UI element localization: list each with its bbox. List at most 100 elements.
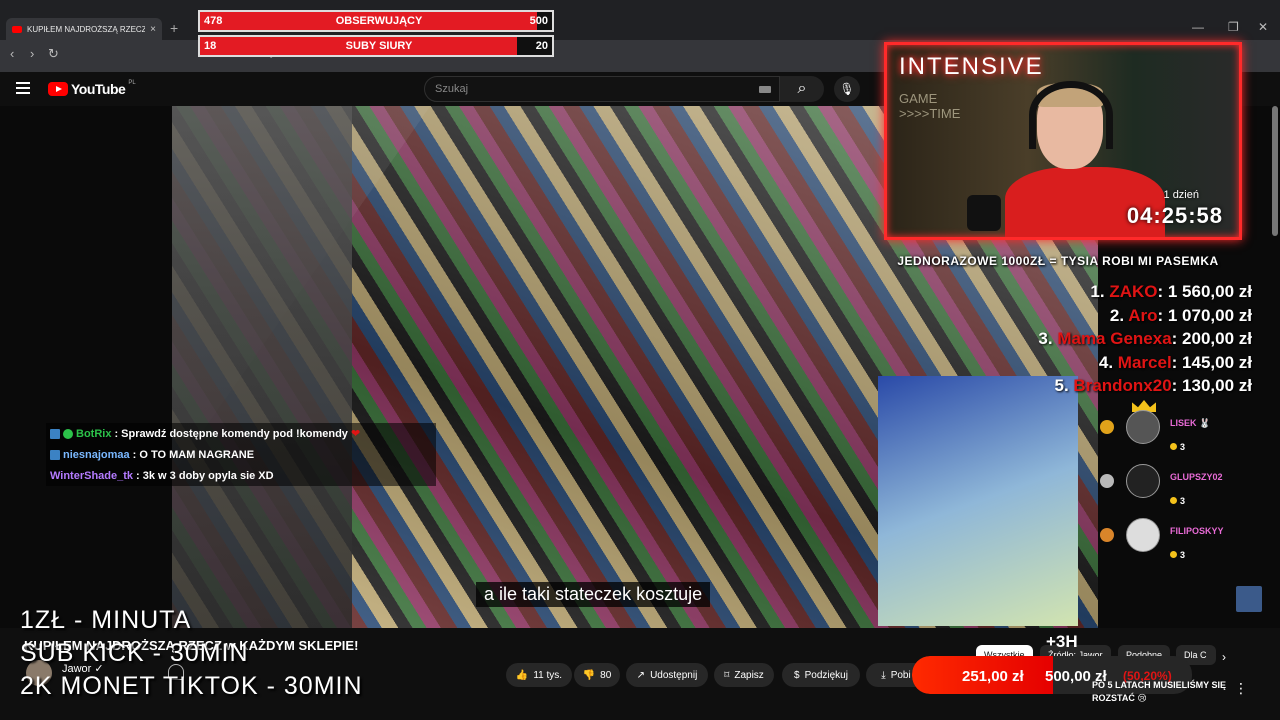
ranking-name: LISEK 🐰: [1170, 418, 1211, 428]
goal-bonus: +3H: [1046, 632, 1078, 651]
voice-search-button[interactable]: 🎙: [834, 76, 860, 102]
like-count: 11 tys.: [533, 669, 563, 681]
ranking-points: 3: [1170, 550, 1185, 560]
tab-title: KUPIŁEM NAJDROŻSZĄ RZECZ: [27, 24, 146, 34]
kick-badge-icon: [50, 449, 60, 460]
recommended-video-title[interactable]: PO 5 LATACH MUSIELIŚMY SIĘ ROZSTAĆ 😢: [1092, 679, 1232, 705]
browser-tab[interactable]: KUPIŁEM NAJDROŻSZĄ RZECZ ×: [6, 18, 162, 40]
thanks-button[interactable]: $ Podziękuj: [782, 663, 860, 687]
donor-rank: 5.: [1054, 376, 1069, 395]
download-label: Pobi: [890, 669, 911, 681]
mini-thumbnail[interactable]: [1236, 586, 1262, 612]
video-caption: a ile taki stateczek kosztuje: [476, 582, 711, 607]
followers-current: 478: [204, 15, 223, 27]
save-button[interactable]: ⌑ Zapisz: [714, 663, 774, 687]
sign-line-2: >>>>TIME: [899, 106, 961, 121]
reload-icon[interactable]: ↻: [48, 46, 59, 62]
browser-tab-strip: [0, 0, 1280, 40]
ranking-name: GLUPSZY02: [1170, 472, 1223, 482]
search-button[interactable]: ⌕: [780, 76, 824, 102]
like-icon: 👍: [515, 669, 529, 681]
subs-current: 18: [204, 40, 217, 52]
window-close-icon[interactable]: ✕: [1258, 20, 1268, 34]
new-tab-icon[interactable]: +: [170, 20, 178, 36]
chat-username: BotRix: [76, 427, 112, 440]
chat-text: : 3k w 3 doby opyla sie XD: [136, 469, 274, 482]
heart-icon: ❤: [350, 428, 361, 440]
chat-message: WinterShade_tk : 3k w 3 doby opyla sie X…: [46, 465, 436, 486]
microphone-shape: [967, 195, 1001, 231]
share-label: Udostępnij: [650, 669, 698, 681]
stream-counters: 478 OBSERWUJĄCY 500 18 SUBY SIURY 20: [198, 10, 554, 60]
verified-badge-icon: [63, 428, 73, 439]
subs-counter: 18 SUBY SIURY 20: [198, 35, 554, 57]
ranking-points: 3: [1170, 496, 1185, 506]
avatar: [1126, 410, 1160, 444]
scrollbar[interactable]: [1272, 106, 1278, 236]
tab-close-icon[interactable]: ×: [150, 24, 156, 35]
donor-name: Aro: [1128, 305, 1158, 325]
save-label: Zapisz: [734, 669, 764, 681]
donor-rank: 1.: [1090, 282, 1105, 301]
donor-amount: : 1 560,00 zł: [1157, 282, 1252, 301]
bronze-medal-icon: [1100, 528, 1114, 542]
rule-line: SUB KICK - 30MIN: [20, 639, 249, 667]
ranking-row: LISEK 🐰 3: [1096, 400, 1226, 462]
avatar: [1126, 518, 1160, 552]
coin-icon: [1170, 443, 1177, 450]
followers-title: OBSERWUJĄCY: [335, 15, 423, 27]
followers-counter: 478 OBSERWUJĄCY 500: [198, 10, 554, 32]
webcam-overlay: INTENSIVE GAME >>>>TIME 1 dzień 04:25:58: [884, 42, 1242, 240]
dislike-icon: 👎: [582, 669, 596, 681]
chat-text: : Sprawdź dostępne komendy pod !komendy: [114, 427, 348, 440]
sign-line-1: GAME: [899, 91, 938, 106]
streamer-figure: [1005, 81, 1165, 237]
donor-amount: : 145,00 zł: [1171, 352, 1252, 372]
donor-row: 3. Mama Genexa: 200,00 zł: [1038, 327, 1252, 351]
stream-rules-overlay: 1ZŁ - MINUTA SUB KICK - 30MIN 2K MONET T…: [20, 604, 363, 703]
share-button[interactable]: ↗ Udostępnij: [626, 663, 708, 687]
menu-icon[interactable]: [16, 82, 30, 94]
top-donors-list: 1. ZAKO: 1 560,00 zł 2. Aro: 1 070,00 zł…: [1038, 280, 1252, 398]
ranking-row: GLUPSZY02 3: [1096, 462, 1226, 516]
dislike-count: 80: [600, 669, 612, 681]
donor-name: Brandonx20: [1073, 376, 1172, 395]
share-icon: ↗: [636, 669, 646, 681]
more-options-icon[interactable]: ⋮: [1234, 680, 1248, 697]
minimize-icon[interactable]: —: [1192, 20, 1204, 34]
stream-timer: 04:25:58: [1126, 203, 1223, 228]
dislike-button[interactable]: 👎 80: [574, 663, 620, 687]
youtube-wordmark: YouTube: [71, 81, 126, 97]
rule-line: 2K MONET TIKTOK - 30MIN: [20, 672, 363, 700]
calendar-display-shape: [878, 376, 1078, 626]
maximize-icon[interactable]: ❐: [1228, 20, 1239, 34]
donor-rank: 4.: [1098, 352, 1114, 372]
avatar: [1126, 464, 1160, 498]
youtube-logo[interactable]: YouTube PL: [48, 80, 136, 97]
chat-message: BotRix : Sprawdź dostępne komendy pod !k…: [46, 423, 436, 444]
points-value: 3: [1180, 550, 1186, 560]
chat-username: niesnajomaa: [63, 448, 130, 461]
rule-line: 1ZŁ - MINUTA: [20, 606, 192, 634]
like-button[interactable]: 👍 11 tys.: [506, 663, 572, 687]
coin-icon: [1170, 551, 1177, 558]
silver-medal-icon: [1100, 474, 1114, 488]
donor-name: Mama Genexa: [1057, 329, 1172, 348]
donor-amount: : 130,00 zł: [1171, 376, 1252, 395]
download-icon: ⤓: [881, 669, 886, 681]
search-input[interactable]: Szukaj: [424, 76, 780, 102]
subs-title: SUBY SIURY: [345, 40, 413, 52]
donor-name: Marcel: [1117, 352, 1172, 372]
donor-rank: 2.: [1109, 305, 1125, 325]
chat-message: niesnajomaa : O TO MAM NAGRANE: [46, 444, 436, 465]
chevron-right-icon[interactable]: ›: [1222, 650, 1226, 664]
donor-row: 4. Marcel: 145,00 zł: [1038, 351, 1252, 375]
coin-icon: [1170, 497, 1177, 504]
ranking-name: FILIPOSKYY: [1170, 526, 1224, 536]
donor-rank: 3.: [1038, 329, 1053, 348]
thanks-icon: $: [794, 669, 800, 681]
keyboard-icon[interactable]: [759, 86, 771, 93]
forward-icon[interactable]: ›: [30, 46, 34, 61]
back-icon[interactable]: ‹: [10, 46, 14, 61]
chat-text: : O TO MAM NAGRANE: [132, 448, 255, 461]
